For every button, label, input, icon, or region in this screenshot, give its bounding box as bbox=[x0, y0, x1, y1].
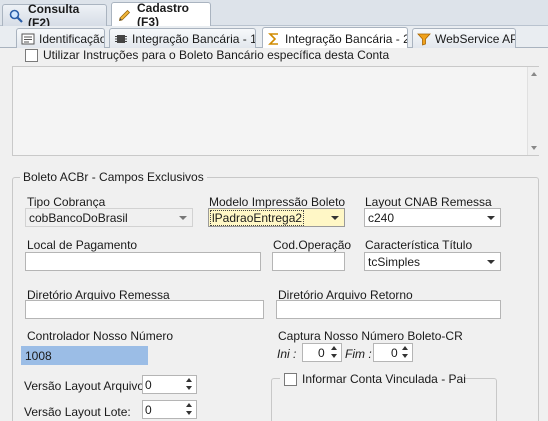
local-pagamento-input[interactable] bbox=[25, 252, 261, 271]
tab-label: Identificação bbox=[39, 31, 105, 46]
tipo-cobranca-value: cobBancoDoBrasil bbox=[29, 211, 128, 225]
acbr-groupbox-title: Boleto ACBr - Campos Exclusivos bbox=[20, 170, 207, 184]
chevron-down-icon bbox=[487, 260, 495, 264]
controlador-label: Controlador Nosso Número bbox=[27, 329, 174, 343]
tab-webservice-api[interactable]: WebService API bbox=[412, 28, 516, 48]
tab-cadastro[interactable]: Cadastro (F3) bbox=[111, 1, 211, 29]
tab-identificacao[interactable]: Identificação bbox=[16, 28, 105, 48]
conta-vinculada-label: Informar Conta Vinculada - Pai bbox=[302, 372, 466, 386]
dir-retorno-input[interactable] bbox=[276, 300, 501, 319]
conta-vinculada-checkbox[interactable] bbox=[284, 373, 297, 386]
versao-arquivo-label: Versão Layout Arquivo: bbox=[24, 379, 148, 393]
pencil-icon bbox=[118, 8, 132, 22]
cod-operacao-input[interactable] bbox=[272, 252, 345, 271]
local-pagamento-label: Local de Pagamento bbox=[27, 238, 138, 252]
caracteristica-titulo-select[interactable]: tcSimples bbox=[364, 252, 501, 271]
captura-ini-label: Ini : bbox=[277, 347, 297, 361]
versao-arquivo-spin[interactable]: 0 bbox=[142, 375, 197, 394]
spin-down-icon[interactable] bbox=[183, 409, 196, 417]
modelo-impressao-value: lPadraoEntrega2 bbox=[210, 210, 305, 226]
instructions-memo[interactable] bbox=[12, 66, 539, 156]
captura-label: Captura Nosso Número Boleto-CR bbox=[278, 329, 463, 343]
caracteristica-titulo-label: Característica Título bbox=[365, 238, 473, 252]
caracteristica-titulo-value: tcSimples bbox=[368, 255, 421, 269]
chevron-down-icon bbox=[179, 216, 187, 220]
cod-operacao-label: Cod.Operação bbox=[273, 238, 352, 252]
versao-lote-label: Versão Layout Lote: bbox=[24, 405, 131, 419]
tab-label: Integração Bancária - 2 bbox=[285, 31, 408, 46]
tab-integracao-bancaria-2[interactable]: Integração Bancária - 2 bbox=[262, 27, 408, 49]
magnifier-icon bbox=[9, 9, 23, 23]
controlador-input[interactable]: 1008 bbox=[21, 346, 148, 365]
captura-ini-spin[interactable]: 0 bbox=[302, 343, 342, 362]
modelo-impressao-label: Modelo Impressão Boleto bbox=[209, 195, 346, 209]
funnel-icon bbox=[417, 32, 431, 46]
layout-cnab-select[interactable]: c240 bbox=[364, 208, 501, 227]
chevron-down-icon bbox=[487, 216, 495, 220]
captura-fim-label: Fim : bbox=[345, 347, 372, 361]
use-instructions-checkbox[interactable] bbox=[25, 49, 38, 62]
captura-fim-value: 0 bbox=[391, 346, 398, 360]
chip-icon bbox=[114, 32, 128, 46]
captura-fim-spin[interactable]: 0 bbox=[373, 343, 413, 362]
tipo-cobranca-select[interactable]: cobBancoDoBrasil bbox=[25, 208, 193, 227]
sigma-icon bbox=[267, 32, 281, 46]
tab-consulta[interactable]: Consulta (F2) bbox=[2, 2, 107, 30]
id-card-icon bbox=[21, 32, 35, 46]
use-instructions-label: Utilizar Instruções para o Boleto Bancár… bbox=[43, 48, 390, 62]
captura-ini-value: 0 bbox=[318, 346, 325, 360]
spin-down-icon[interactable] bbox=[183, 384, 196, 392]
tab-label: Integração Bancária - 1 bbox=[132, 31, 256, 46]
sub-tab-bar: Identificação Integração Bancária - 1 In… bbox=[0, 26, 548, 49]
dir-remessa-input[interactable] bbox=[25, 300, 264, 319]
main-tab-bar: Consulta (F2) Cadastro (F3) bbox=[0, 0, 548, 30]
versao-lote-value: 0 bbox=[145, 403, 152, 417]
spin-down-icon[interactable] bbox=[399, 352, 412, 360]
layout-cnab-value: c240 bbox=[368, 211, 395, 225]
versao-arquivo-value: 0 bbox=[145, 378, 152, 392]
layout-cnab-label: Layout CNAB Remessa bbox=[365, 195, 492, 209]
versao-lote-spin[interactable]: 0 bbox=[142, 400, 197, 419]
chevron-down-icon bbox=[331, 216, 339, 220]
tipo-cobranca-label: Tipo Cobrança bbox=[27, 195, 106, 209]
modelo-impressao-select[interactable]: lPadraoEntrega2 bbox=[208, 208, 345, 227]
tab-label: WebService API bbox=[435, 31, 516, 46]
tab-label: Cadastro (F3) bbox=[137, 1, 190, 29]
tab-integracao-bancaria-1[interactable]: Integração Bancária - 1 bbox=[109, 28, 256, 48]
instructions-scrollbar[interactable] bbox=[527, 67, 539, 155]
spin-down-icon[interactable] bbox=[328, 352, 341, 360]
